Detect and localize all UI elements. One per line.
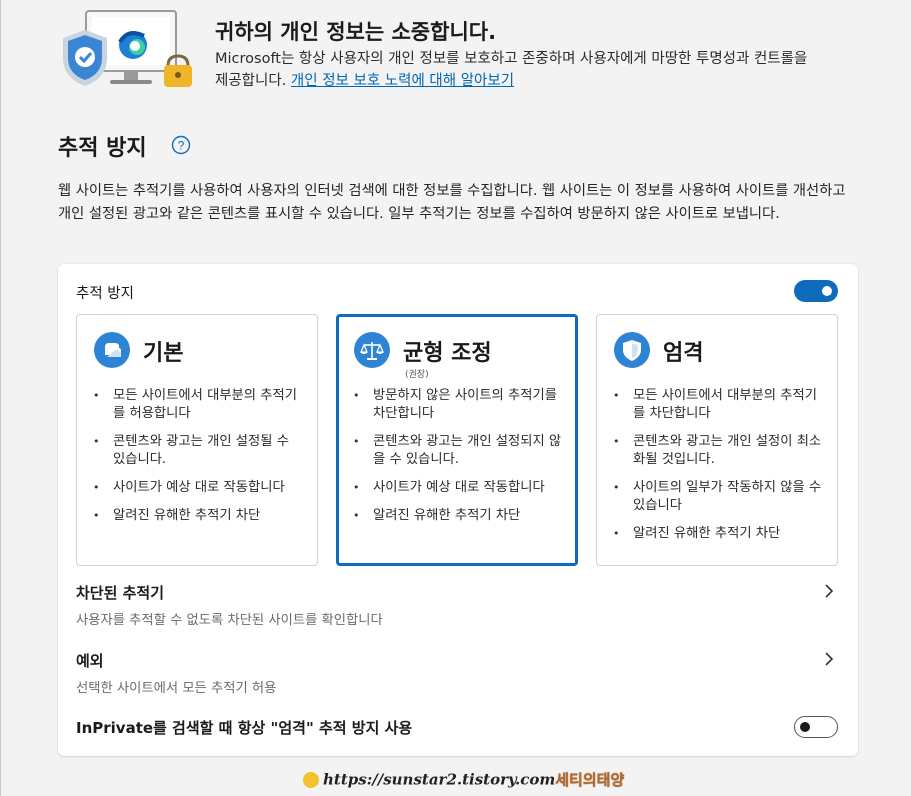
option-balanced[interactable]: 균형 조정 (권장) 방문하지 않은 사이트의 추적기를 차단합니다 콘텐츠와 … bbox=[336, 314, 578, 566]
smiley-icon bbox=[303, 771, 319, 788]
watermark: https://sunstar2.tistory.com세티의태양 bbox=[303, 769, 624, 793]
basic-shield-icon bbox=[94, 332, 130, 368]
list-item: 콘텐츠와 광고는 개인 설정되지 않을 수 있습니다. bbox=[351, 433, 565, 469]
chevron-right-icon bbox=[822, 582, 836, 600]
privacy-learn-more-link[interactable]: 개인 정보 보호 노력에 대해 알아보기 bbox=[291, 73, 514, 89]
list-item: 모든 사이트에서 대부분의 추적기를 허용합니다 bbox=[91, 387, 305, 423]
recommended-label: (권장) bbox=[405, 370, 429, 380]
blocked-trackers-subtitle: 사용자를 추적할 수 없도록 차단된 사이트를 확인합니다 bbox=[76, 613, 383, 628]
privacy-illustration-icon bbox=[58, 8, 198, 90]
watermark-name: 세티의태양 bbox=[555, 771, 625, 789]
exceptions-title: 예외 bbox=[76, 652, 104, 670]
list-item: 사이트의 일부가 작동하지 않을 수 있습니다 bbox=[611, 479, 825, 515]
option-bullets: 방문하지 않은 사이트의 추적기를 차단합니다 콘텐츠와 광고는 개인 설정되지… bbox=[351, 387, 565, 535]
option-basic[interactable]: 기본 모든 사이트에서 대부분의 추적기를 허용합니다 콘텐츠와 광고는 개인 … bbox=[76, 314, 318, 566]
list-item: 알려진 유해한 추적기 차단 bbox=[91, 507, 305, 525]
option-title: 균형 조정 bbox=[403, 341, 492, 366]
inprivate-strict-toggle[interactable] bbox=[794, 716, 838, 738]
exceptions-row[interactable]: 예외 선택한 사이트에서 모든 추적기 허용 bbox=[76, 650, 840, 696]
tracking-prevention-toggle[interactable] bbox=[794, 280, 838, 302]
inprivate-strict-row: InPrivate를 검색할 때 항상 "엄격" 추적 방지 사용 bbox=[76, 717, 840, 738]
tracking-prevention-label: 추적 방지 bbox=[76, 286, 134, 302]
help-icon[interactable]: ? bbox=[171, 135, 191, 155]
blocked-trackers-row[interactable]: 차단된 추적기 사용자를 추적할 수 없도록 차단된 사이트를 확인합니다 bbox=[76, 582, 840, 628]
list-item: 사이트가 예상 대로 작동합니다 bbox=[351, 479, 565, 497]
window-left-edge bbox=[0, 0, 1, 796]
hero-title: 귀하의 개인 정보는 소중합니다. bbox=[215, 20, 497, 44]
tracking-prevention-card: 추적 방지 기본 모든 사이트에서 대부분의 추적기를 허용합니다 콘텐츠와 광… bbox=[58, 264, 858, 756]
balance-scale-icon bbox=[354, 332, 390, 368]
toggle-knob bbox=[800, 722, 810, 732]
list-item: 알려진 유해한 추적기 차단 bbox=[611, 525, 825, 543]
list-item: 알려진 유해한 추적기 차단 bbox=[351, 507, 565, 525]
watermark-url: https://sunstar2.tistory.com bbox=[323, 770, 556, 789]
list-item: 모든 사이트에서 대부분의 추적기를 차단합니다 bbox=[611, 387, 825, 423]
hero-description: Microsoft는 항상 사용자의 개인 정보를 보호하고 존중하며 사용자에… bbox=[215, 48, 825, 92]
list-item: 방문하지 않은 사이트의 추적기를 차단합니다 bbox=[351, 387, 565, 423]
section-description: 웹 사이트는 추적기를 사용하여 사용자의 인터넷 검색에 대한 정보를 수집합… bbox=[58, 183, 846, 222]
list-item: 사이트가 예상 대로 작동합니다 bbox=[91, 479, 305, 497]
list-item: 콘텐츠와 광고는 개인 설정이 최소화될 것입니다. bbox=[611, 433, 825, 469]
exceptions-subtitle: 선택한 사이트에서 모든 추적기 허용 bbox=[76, 681, 277, 696]
option-bullets: 모든 사이트에서 대부분의 추적기를 허용합니다 콘텐츠와 광고는 개인 설정될… bbox=[91, 387, 305, 535]
strict-shield-icon bbox=[614, 332, 650, 368]
option-title: 기본 bbox=[143, 341, 184, 366]
blocked-trackers-title: 차단된 추적기 bbox=[76, 584, 165, 602]
option-bullets: 모든 사이트에서 대부분의 추적기를 차단합니다 콘텐츠와 광고는 개인 설정이… bbox=[611, 387, 825, 553]
inprivate-strict-label: InPrivate를 검색할 때 항상 "엄격" 추적 방지 사용 bbox=[76, 719, 413, 737]
toggle-knob bbox=[822, 286, 832, 296]
section-title: 추적 방지 bbox=[58, 136, 147, 161]
option-title: 엄격 bbox=[663, 341, 704, 366]
option-strict[interactable]: 엄격 모든 사이트에서 대부분의 추적기를 차단합니다 콘텐츠와 광고는 개인 … bbox=[596, 314, 838, 566]
chevron-right-icon bbox=[822, 650, 836, 668]
list-item: 콘텐츠와 광고는 개인 설정될 수 있습니다. bbox=[91, 433, 305, 469]
svg-text:?: ? bbox=[178, 139, 185, 153]
